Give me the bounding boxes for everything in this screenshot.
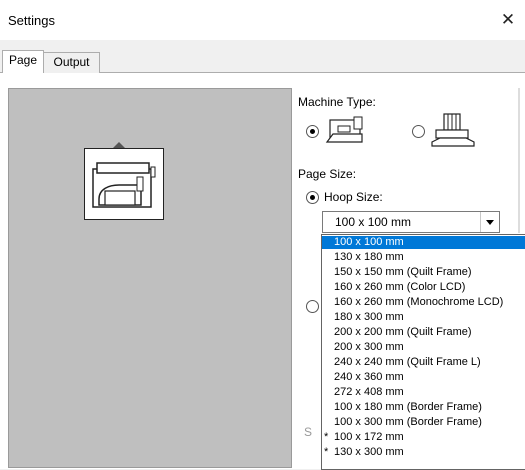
dropdown-option[interactable]: 200 x 200 mm (Quilt Frame) — [322, 326, 525, 339]
embroidery-machine-icon — [324, 112, 368, 148]
dropdown-option[interactable]: 100 x 100 mm — [322, 236, 525, 249]
dropdown-option[interactable]: 180 x 300 mm — [322, 311, 525, 324]
dropdown-option[interactable]: * 130 x 300 mm — [322, 446, 525, 459]
machine-type-embroidery-radio[interactable] — [306, 125, 319, 138]
window-title: Settings — [8, 13, 55, 28]
quilting-frame-icon — [430, 112, 476, 150]
hoop-size-label: Hoop Size: — [324, 190, 383, 204]
divider — [518, 88, 520, 233]
dropdown-option[interactable]: 240 x 360 mm — [322, 371, 525, 384]
embroidery-machine-icon — [92, 162, 156, 208]
hoop-size-select[interactable]: 100 x 100 mm — [322, 211, 500, 233]
hoop-size-value: 100 x 100 mm — [335, 215, 412, 229]
tab-page[interactable]: Page — [2, 50, 44, 73]
page-size-label: Page Size: — [298, 167, 357, 181]
machine-type-quilting-radio[interactable] — [412, 125, 425, 138]
hoop-size-dropdown: 100 x 100 mm 130 x 180 mm 150 x 150 mm (… — [321, 234, 525, 470]
machine-type-label: Machine Type: — [298, 95, 376, 109]
custom-size-radio[interactable] — [306, 300, 319, 313]
dropdown-option[interactable]: 130 x 180 mm — [322, 251, 525, 264]
dropdown-option[interactable]: * 100 x 172 mm — [322, 431, 525, 444]
hoop-size-radio[interactable] — [306, 191, 319, 204]
partial-hidden-label: S — [304, 425, 313, 439]
dropdown-option[interactable]: 200 x 300 mm — [322, 341, 525, 354]
close-icon[interactable]: ✕ — [496, 8, 520, 32]
dropdown-option[interactable]: 100 x 180 mm (Border Frame) — [322, 401, 525, 414]
page-preview — [8, 88, 292, 468]
dropdown-option[interactable]: 160 x 260 mm (Color LCD) — [322, 281, 525, 294]
dropdown-option[interactable]: 272 x 408 mm — [322, 386, 525, 399]
chevron-down-icon[interactable] — [480, 212, 499, 232]
title-bar: Settings ✕ — [0, 0, 525, 40]
dropdown-option[interactable]: 100 x 300 mm (Border Frame) — [322, 416, 525, 429]
tab-output[interactable]: Output — [43, 52, 100, 73]
dropdown-option[interactable]: 240 x 240 mm (Quilt Frame L) — [322, 356, 525, 369]
dropdown-option[interactable]: 150 x 150 mm (Quilt Frame) — [322, 266, 525, 279]
hoop-preview — [84, 148, 164, 220]
dropdown-option[interactable]: 160 x 260 mm (Monochrome LCD) — [322, 296, 525, 309]
